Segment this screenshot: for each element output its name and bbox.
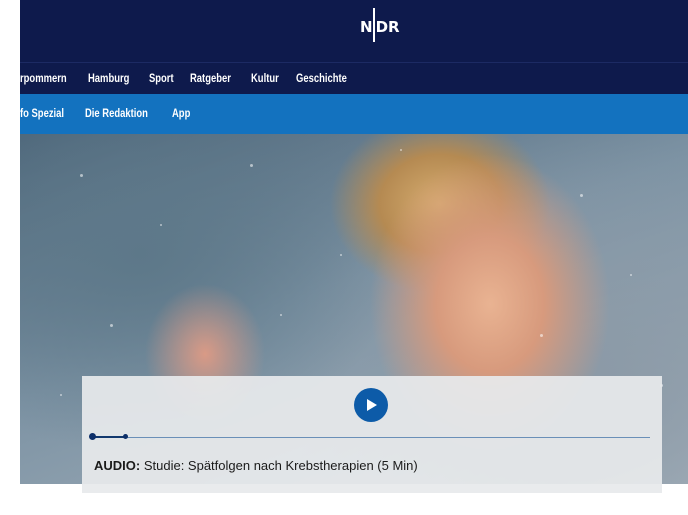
progress-start-marker xyxy=(89,433,96,440)
ndr-logo[interactable]: N DR xyxy=(360,8,400,42)
logo-letter-n: N xyxy=(360,18,373,36)
sparkle xyxy=(540,334,543,337)
progress-track[interactable] xyxy=(92,437,650,438)
progress-handle[interactable] xyxy=(123,434,128,439)
audio-player: AUDIO: Studie: Spätfolgen nach Krebsther… xyxy=(82,376,662,493)
play-icon xyxy=(367,399,377,411)
subnav-item-app[interactable]: App xyxy=(172,108,190,120)
sparkle xyxy=(400,149,402,151)
sparkle xyxy=(630,274,632,276)
nav-item-hamburg[interactable]: Hamburg xyxy=(88,73,129,85)
audio-label: AUDIO: xyxy=(94,458,141,473)
primary-navigation: rpommern Hamburg Sport Ratgeber Kultur G… xyxy=(20,62,688,95)
subnav-item-info-spezial[interactable]: fo Spezial xyxy=(20,108,64,120)
logo-letters-dr: DR xyxy=(375,18,400,36)
sparkle xyxy=(280,314,282,316)
nav-item-ratgeber[interactable]: Ratgeber xyxy=(190,73,231,85)
nav-item-mecklenburg-vorpommern[interactable]: rpommern xyxy=(20,73,67,85)
secondary-navigation: fo Spezial Die Redaktion App xyxy=(20,94,688,134)
audio-caption[interactable]: AUDIO: Studie: Spätfolgen nach Krebsther… xyxy=(94,458,418,473)
sparkle xyxy=(110,324,113,327)
sparkle xyxy=(580,194,583,197)
progress-played xyxy=(92,436,126,438)
sparkle xyxy=(160,224,162,226)
nav-item-geschichte[interactable]: Geschichte xyxy=(296,73,347,85)
sparkle xyxy=(60,394,62,396)
play-button[interactable] xyxy=(354,388,388,422)
site-header: N DR xyxy=(20,0,688,62)
sparkle xyxy=(340,254,342,256)
nav-item-sport[interactable]: Sport xyxy=(149,73,174,85)
nav-item-kultur[interactable]: Kultur xyxy=(251,73,279,85)
sparkle xyxy=(80,174,83,177)
subnav-item-die-redaktion[interactable]: Die Redaktion xyxy=(85,108,148,120)
sparkle xyxy=(250,164,253,167)
audio-title: Studie: Spätfolgen nach Krebstherapien (… xyxy=(143,458,418,473)
logo-divider xyxy=(373,8,375,42)
